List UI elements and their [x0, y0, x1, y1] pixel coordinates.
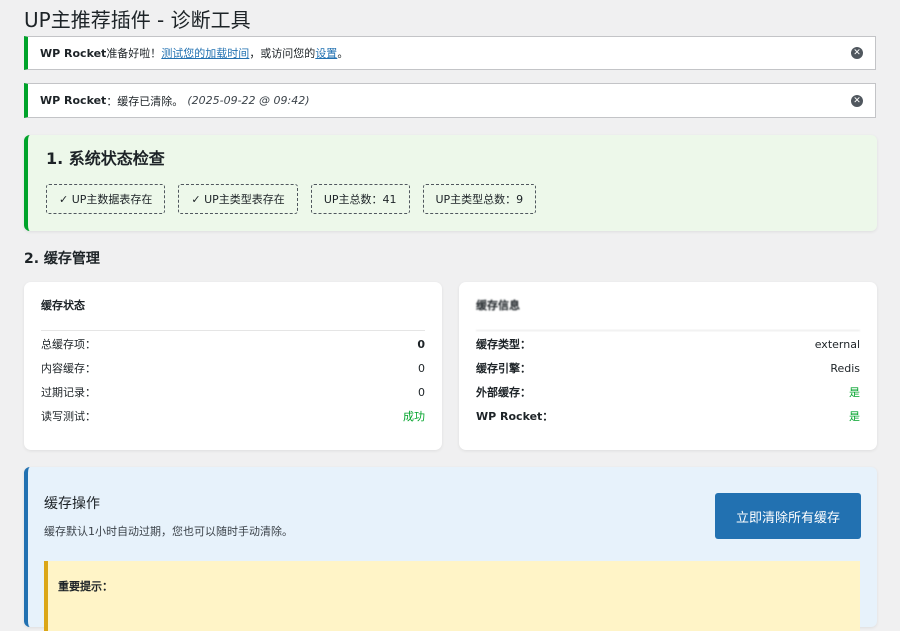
dismiss-icon[interactable]: ✕ [851, 94, 863, 107]
row-label: 缓存引擎： [476, 362, 531, 375]
notice-text-end: 。 [337, 47, 349, 60]
settings-link[interactable]: 设置 [315, 45, 337, 61]
row-value: 成功 [403, 410, 425, 423]
cache-status-row: 内容缓存： 0 [41, 359, 425, 377]
cache-info-card: 缓存信息 缓存类型： external 缓存引擎： Redis 外部缓存： 是 … [459, 282, 877, 450]
row-label: 读写测试： [41, 410, 96, 423]
notice-brand: WP Rocket [40, 46, 107, 60]
row-value: Redis [830, 361, 860, 375]
page-title: UP主推荐插件 - 诊断工具 [24, 8, 251, 32]
system-status-panel: 1. 系统状态检查 ✓ UP主数据表存在 ✓ UP主类型表存在 UP主总数：41… [24, 135, 877, 231]
system-status-title: 1. 系统状态检查 [46, 149, 165, 168]
cache-status-card: 缓存状态 总缓存项： 0 内容缓存： 0 过期记录： 0 读写测试： 成功 [24, 282, 442, 450]
status-chip-up-table: ✓ UP主数据表存在 [46, 184, 166, 214]
clear-all-cache-button[interactable]: 立即清除所有缓存 [715, 493, 861, 539]
cache-info-row: 外部缓存： 是 [476, 383, 860, 401]
status-chip-up-count: UP主总数：41 [310, 184, 410, 214]
row-value: 0 [418, 385, 425, 399]
row-label: 内容缓存： [41, 362, 96, 375]
row-value: 是 [849, 386, 860, 399]
important-notice-title: 重要提示： [58, 580, 113, 593]
notice-brand: WP Rocket [40, 94, 107, 107]
important-notice-box: 重要提示： [44, 561, 860, 631]
row-value: 0 [418, 361, 425, 375]
cache-actions-panel: 缓存操作 缓存默认1小时自动过期，您也可以随时手动清除。 立即清除所有缓存 重要… [24, 467, 877, 631]
row-label: 外部缓存： [476, 386, 531, 399]
notice-text-mid: ，或访问您的 [249, 47, 316, 60]
notice-text: ：缓存已清除。 [106, 94, 184, 108]
cache-status-row: 总缓存项： 0 [41, 335, 425, 353]
cache-info-row: 缓存类型： external [476, 335, 860, 353]
cache-status-title: 缓存状态 [41, 292, 425, 331]
status-chips: ✓ UP主数据表存在 ✓ UP主类型表存在 UP主总数：41 UP主类型总数：9 [46, 184, 537, 214]
row-label: 总缓存项： [41, 338, 96, 351]
notice-cache-cleared: WP Rocket ：缓存已清除。 (2025-09-22 @ 09:42) ✕ [24, 83, 876, 118]
row-label: WP Rocket： [476, 410, 554, 423]
dismiss-icon[interactable]: ✕ [851, 47, 863, 59]
row-label: 过期记录： [41, 386, 96, 399]
cache-info-title: 缓存信息 [476, 292, 860, 331]
status-chip-type-table: ✓ UP主类型表存在 [178, 184, 298, 214]
cache-actions-title: 缓存操作 [44, 496, 100, 512]
cache-management-title: 2. 缓存管理 [24, 251, 100, 267]
row-label: 缓存类型： [476, 338, 531, 351]
status-chip-type-count: UP主类型总数：9 [422, 184, 537, 214]
row-value: external [814, 337, 860, 351]
cache-info-row: 缓存引擎： Redis [476, 359, 860, 377]
row-value: 是 [849, 410, 860, 423]
cache-info-row: WP Rocket： 是 [476, 407, 860, 425]
row-value: 0 [417, 337, 425, 351]
cache-status-row: 过期记录： 0 [41, 383, 425, 401]
notice-wp-rocket-ready: WP Rocket 准备好啦！ 测试您的加载时间 ，或访问您的 设置 。 ✕ [24, 36, 876, 70]
cache-actions-description: 缓存默认1小时自动过期，您也可以随时手动清除。 [44, 525, 293, 538]
cache-status-row: 读写测试： 成功 [41, 407, 425, 425]
notice-timestamp: (2025-09-22 @ 09:42) [187, 94, 310, 107]
test-load-time-link[interactable]: 测试您的加载时间 [161, 45, 249, 61]
notice-text: 准备好啦！ [106, 47, 162, 60]
